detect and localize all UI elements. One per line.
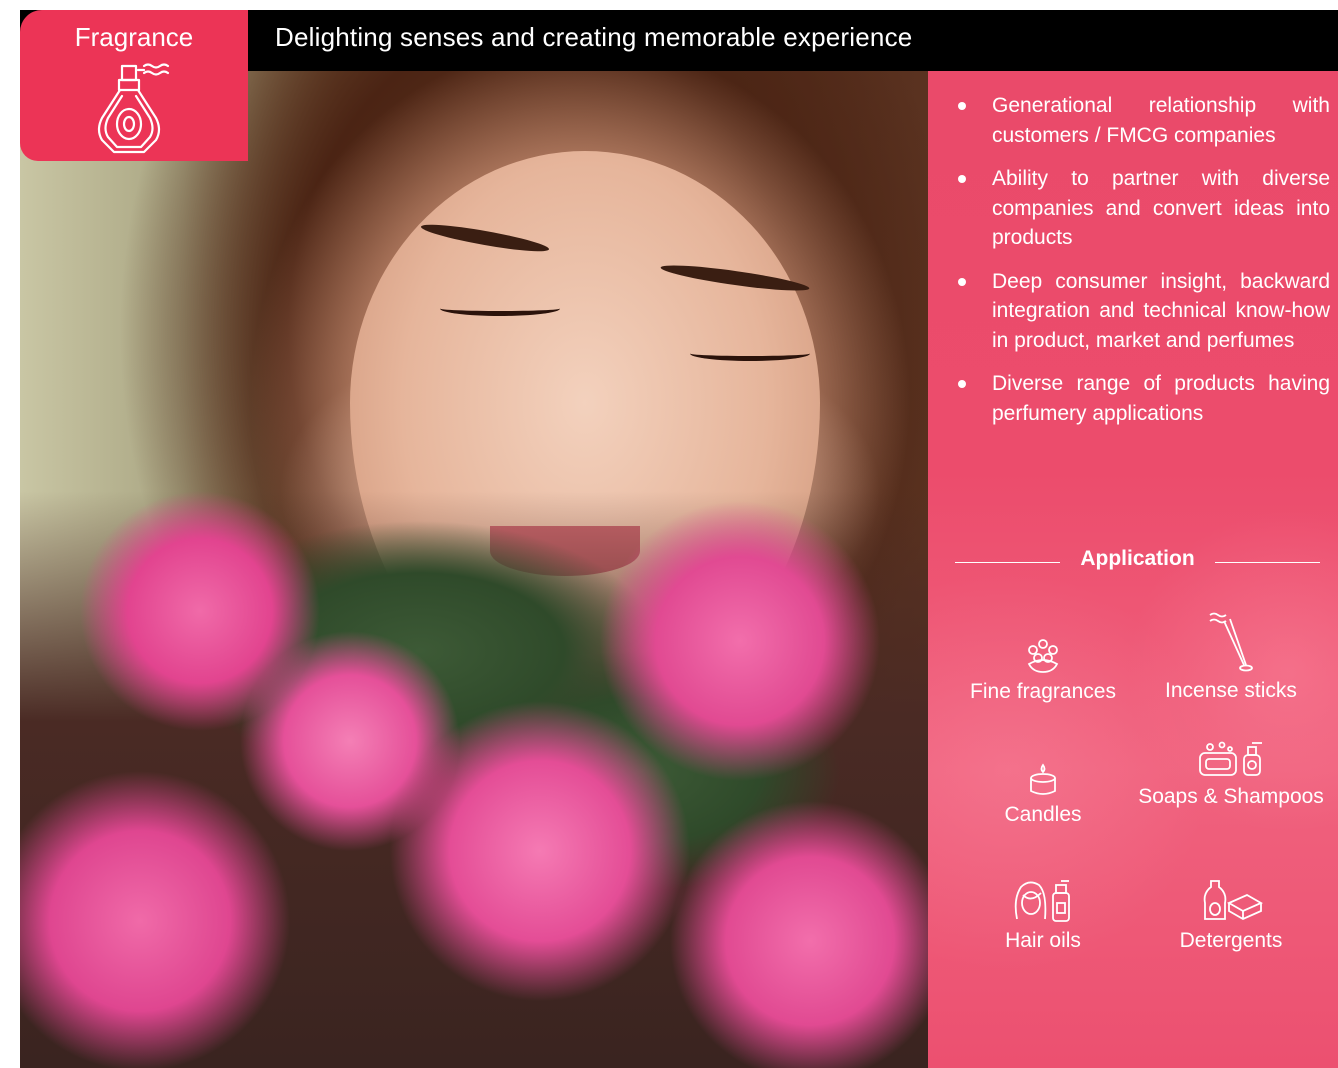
highlight-item: Deep consumer insight, backward integrat…: [950, 267, 1330, 356]
fragrance-page: Delighting senses and creating memorable…: [0, 0, 1338, 1068]
application-heading-row: Application: [955, 545, 1320, 575]
highlight-item: Ability to partner with diverse companie…: [950, 164, 1330, 253]
soap-shampoo-icon: [1199, 741, 1262, 776]
left-closed-eye: [440, 301, 560, 316]
perfume-bottle-icon: [97, 63, 170, 154]
woman-smelling-flowers-photo: [20, 71, 928, 1068]
highlight-item: Generational relationship with customers…: [950, 91, 1330, 150]
application-label: Candles: [1004, 803, 1082, 826]
right-closed-eye: [690, 346, 810, 361]
incense-sticks-icon: [1209, 612, 1253, 672]
category-title: Fragrance: [74, 22, 194, 52]
application-label: Soaps & Shampoos: [1138, 785, 1324, 808]
detergent-icon: [1203, 880, 1263, 921]
application-label: Detergents: [1179, 929, 1283, 952]
highlights-list: Generational relationship with customers…: [950, 91, 1330, 442]
hair-oil-icon: [1014, 880, 1070, 922]
application-label: Hair oils: [1005, 929, 1081, 952]
application-soaps-shampoos: Soaps & Shampoos: [1136, 739, 1326, 809]
header-tagline: Delighting senses and creating memorable…: [275, 22, 913, 52]
highlight-item: Diverse range of products having perfume…: [950, 369, 1330, 428]
application-heading: Application: [1080, 547, 1195, 570]
application-label: Fine fragrances: [970, 680, 1116, 703]
application-hair-oils: Hair oils: [948, 877, 1138, 953]
application-label: Incense sticks: [1165, 679, 1297, 702]
application-detergents: Detergents: [1136, 877, 1326, 953]
divider-line-right: [1215, 562, 1320, 563]
candle-icon: [1030, 763, 1056, 795]
pink-azalea-flowers: [20, 491, 928, 1068]
application-incense-sticks: Incense sticks: [1136, 609, 1326, 703]
application-candles: Candles: [948, 763, 1138, 827]
category-tab: Fragrance: [20, 10, 248, 161]
info-panel: Generational relationship with customers…: [928, 71, 1338, 1068]
flower-bouquet-icon: [1027, 639, 1059, 673]
application-fine-fragrances: Fine fragrances: [948, 636, 1138, 704]
